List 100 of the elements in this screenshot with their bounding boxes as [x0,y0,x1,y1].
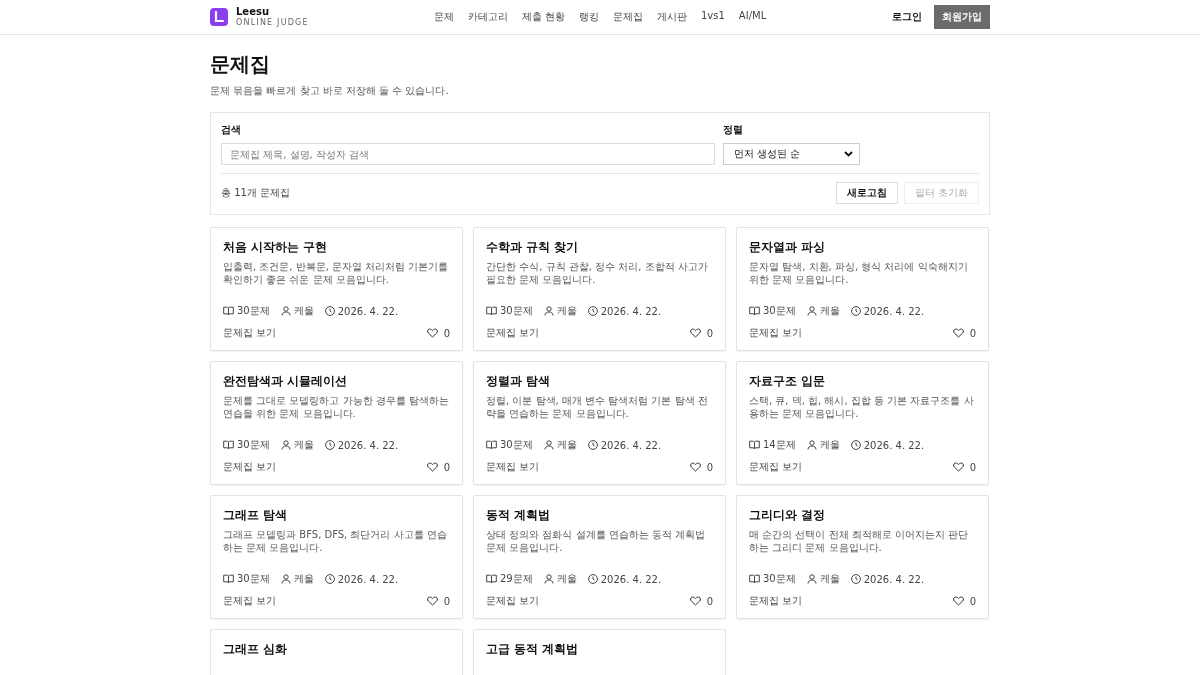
heart-icon[interactable] [689,596,701,606]
clock-icon [324,306,335,316]
view-link[interactable]: 문제집 보기 [749,594,803,608]
card-description: 스택, 큐, 덱, 힙, 해시, 집합 등 기본 자료구조를 사용하는 문제 모음입니다. [749,394,975,420]
nav-link[interactable]: 랭킹 [579,10,599,24]
chevron-icon [844,151,853,157]
clock-icon [587,306,598,316]
nav-link[interactable]: 카테고리 [467,10,508,24]
person-icon [280,306,291,316]
heart-icon[interactable] [426,328,438,338]
person-icon [806,306,817,316]
author-name: 케울 [556,438,577,452]
author-name: 케울 [293,438,314,452]
problem-set-card[interactable]: 정렬과 탐색 정렬, 이분 탐색, 매개 변수 탐색처럼 기본 탐색 전략을 연습하는 문제 모음입니다. 30문제 케울 2026. 4. 22. 문제집 보기 0 [473,361,726,485]
problem-set-card[interactable]: 문자열과 파싱 문자열 탐색, 치환, 파싱, 형식 처리에 익숙해지기 위한 문제 모음입니다. 30문제 케울 2026. 4. 22. 문제집 보기 0 [736,227,989,351]
problem-set-card[interactable]: 처음 시작하는 구현 입출력, 조건문, 반복문, 문자열 처리처럼 기본기를 확인하기 좋은 쉬운 문제 모음입니다. 30문제 케울 2026. 4. 22. 문제집 보기 0 [210,227,463,351]
heart-icon[interactable] [952,462,964,472]
clock-icon [850,574,861,584]
book-icon [749,574,760,584]
card-title: 처음 시작하는 구현 [223,240,328,255]
problem-count: 30문제 [763,304,796,318]
problem-count: 29문제 [500,572,533,586]
page-title: 문제집 [210,51,271,78]
card-title: 수학과 규칙 찾기 [486,240,579,255]
view-link[interactable]: 문제집 보기 [486,326,540,340]
problem-count: 30문제 [237,304,270,318]
like-count: 0 [443,327,450,339]
view-link[interactable]: 문제집 보기 [749,326,803,340]
problem-count: 30문제 [500,304,533,318]
created-date: 2026. 4. 22. [600,439,662,451]
clock-icon [850,306,861,316]
signup-button[interactable]: 회원가입 [934,5,990,29]
like-count: 0 [443,461,450,473]
clock-icon [850,440,861,450]
view-link[interactable]: 문제집 보기 [223,326,277,340]
book-icon [223,440,234,450]
problem-set-card[interactable]: 동적 계획법 상태 정의와 점화식 설계를 연습하는 동적 계획법 문제 모음입니다. 29문제 케울 2026. 4. 22. 문제집 보기 0 [473,495,726,619]
problem-set-card[interactable]: 그래프 심화 [210,629,463,675]
nav-link[interactable]: 문제 [433,10,454,24]
problem-set-card[interactable]: 그리디와 결정 매 순간의 선택이 전체 최적해로 이어지는지 판단하는 그리디 문제 모음입니다. 30문제 케울 2026. 4. 22. 문제집 보기 0 [736,495,989,619]
like-count: 0 [969,327,976,339]
card-description: 간단한 수식, 규칙 관찰, 정수 처리, 조합적 사고가 필요한 문제 모음입니다. [486,260,709,286]
problem-count: 30문제 [237,438,270,452]
heart-icon[interactable] [426,596,438,606]
author-name: 케울 [293,572,314,586]
heart-icon[interactable] [689,328,701,338]
card-title: 고급 동적 계획법 [486,642,579,657]
problem-count: 30문제 [500,438,533,452]
author-name: 케울 [819,304,840,318]
problem-set-card[interactable]: 그래프 탐색 그래프 모델링과 BFS, DFS, 최단거리 사고를 연습하는 문제 모음입니다. 30문제 케울 2026. 4. 22. 문제집 보기 0 [210,495,463,619]
login-link[interactable]: 로그인 [892,10,922,24]
heart-icon[interactable] [952,596,964,606]
book-icon [223,574,234,584]
person-icon [543,306,554,316]
like-count: 0 [969,461,976,473]
view-link[interactable]: 문제집 보기 [486,594,540,608]
person-icon [280,440,291,450]
book-icon [223,306,234,316]
sort-label: 정렬 [723,123,744,137]
card-title: 그래프 심화 [223,642,288,657]
nav-link[interactable]: 제출 현황 [521,10,565,24]
card-title: 동적 계획법 [486,508,551,523]
card-title: 자료구조 입문 [749,374,826,389]
brand-subtitle: ONLINE JUDGE [236,19,309,27]
sort-dropdown[interactable]: 먼저 생성된 순 [723,143,860,165]
created-date: 2026. 4. 22. [600,573,662,585]
heart-icon[interactable] [426,462,438,472]
problem-set-card[interactable]: 고급 동적 계획법 [473,629,726,675]
problem-count: 30문제 [237,572,270,586]
nav-link[interactable]: 게시판 [657,10,687,24]
card-description: 상태 정의와 점화식 설계를 연습하는 동적 계획법 문제 모음입니다. [486,528,707,554]
problem-count: 14문제 [763,438,796,452]
problem-set-card[interactable]: 완전탐색과 시뮬레이션 문제를 그대로 모델링하고 가능한 경우를 탐색하는 연습을 위한 문제 모음입니다. 30문제 케울 2026. 4. 22. 문제집 보기 0 [210,361,463,485]
heart-icon[interactable] [952,328,964,338]
total-count: 총 11개 문제집 [221,186,291,200]
card-title: 그래프 탐색 [223,508,288,523]
problem-set-card[interactable]: 수학과 규칙 찾기 간단한 수식, 규칙 관찰, 정수 처리, 조합적 사고가 필요한 문제 모음입니다. 30문제 케울 2026. 4. 22. 문제집 보기 0 [473,227,726,351]
view-link[interactable]: 문제집 보기 [749,460,803,474]
nav-link[interactable]: AI/ML [738,10,767,24]
book-icon [749,306,760,316]
nav-link[interactable]: 1vs1 [701,10,725,24]
person-icon [543,440,554,450]
card-title: 완전탐색과 시뮬레이션 [223,374,348,389]
clock-icon [324,440,335,450]
clock-icon [587,574,598,584]
like-count: 0 [443,595,450,607]
search-label: 검색 [221,123,242,137]
heart-icon[interactable] [689,462,701,472]
nav-link[interactable]: 문제집 [613,10,643,24]
logo-icon [210,8,228,26]
search-field[interactable]: 문제집 제목, 설명, 작성자 검색 [221,143,715,165]
problem-set-card[interactable]: 자료구조 입문 스택, 큐, 덱, 힙, 해시, 집합 등 기본 자료구조를 사용하는 문제 모음입니다. 14문제 케울 2026. 4. 22. 문제집 보기 0 [736,361,989,485]
created-date: 2026. 4. 22. [337,305,399,317]
refresh-button[interactable]: 새로고침 [835,182,898,204]
card-description: 매 순간의 선택이 전체 최적해로 이어지는지 판단하는 그리디 문제 모음입니다. [749,528,970,554]
view-link[interactable]: 문제집 보기 [223,460,277,474]
card-description: 입출력, 조건문, 반복문, 문자열 처리처럼 기본기를 확인하기 좋은 쉬운 문제 모음입니다. [223,260,450,286]
view-link[interactable]: 문제집 보기 [486,460,540,474]
view-link[interactable]: 문제집 보기 [223,594,277,608]
card-description: 그래프 모델링과 BFS, DFS, 최단거리 사고를 연습하는 문제 모음입니다. [223,528,448,554]
